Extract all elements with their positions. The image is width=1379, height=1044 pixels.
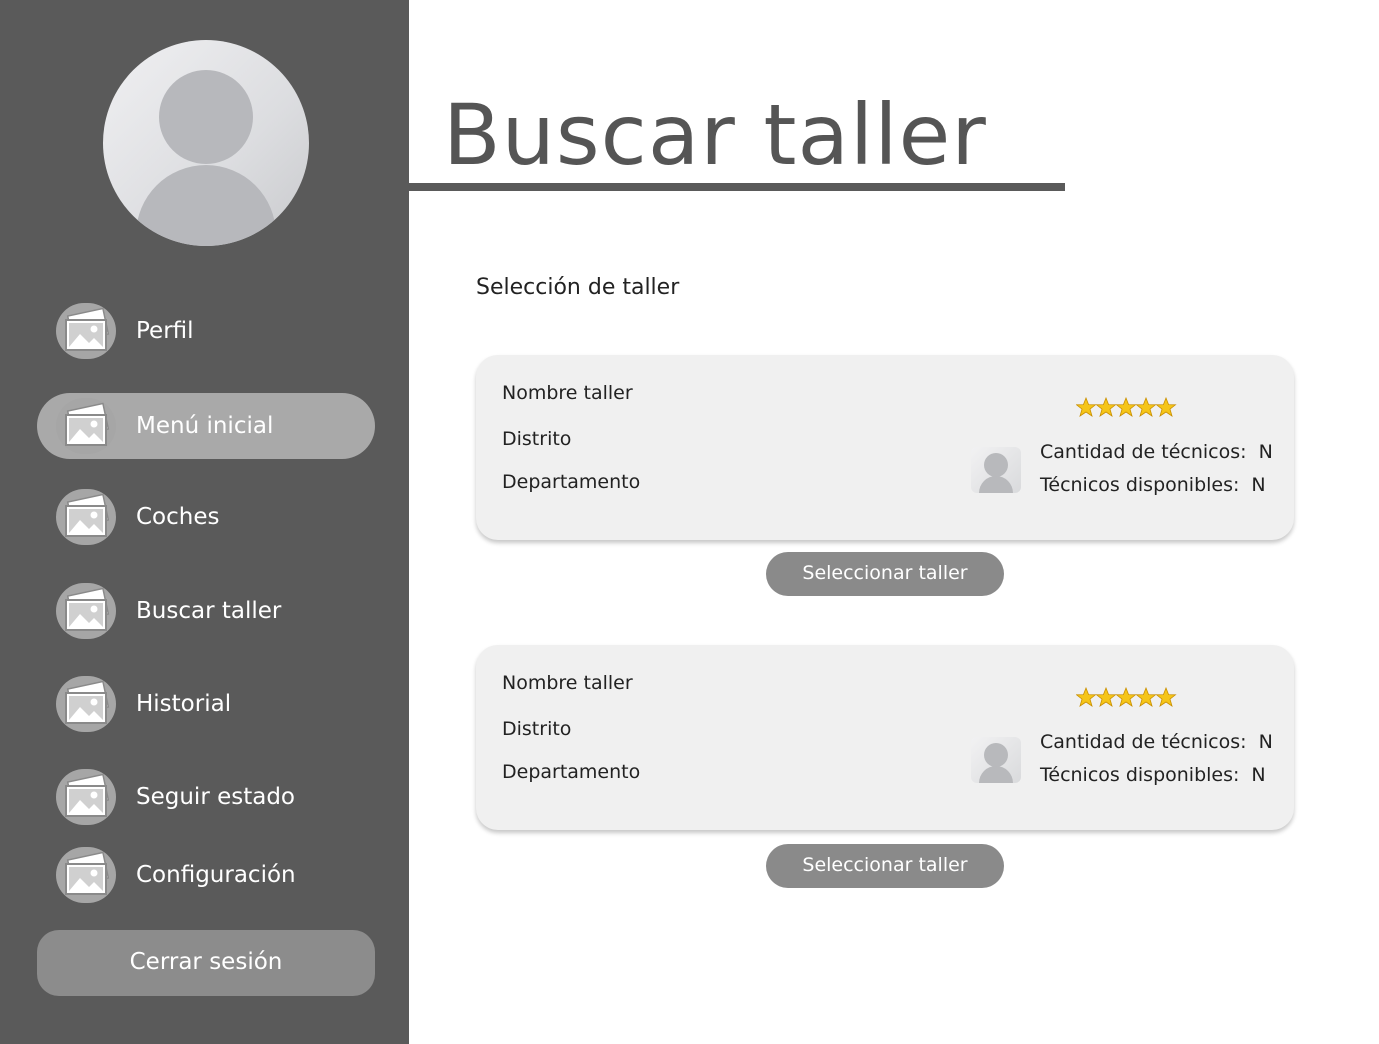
tech-count-label: Cantidad de técnicos: (1040, 731, 1247, 753)
technician-avatar-body (979, 476, 1013, 493)
user-avatar[interactable] (103, 40, 309, 246)
tech-available-label: Técnicos disponibles: (1040, 474, 1240, 496)
tech-count-label: Cantidad de técnicos: (1040, 441, 1247, 463)
tech-count-row: Cantidad de técnicos: N (1040, 441, 1273, 463)
workshop-district: Distrito (502, 718, 572, 740)
technician-avatar-icon (971, 447, 1021, 493)
title-underline (409, 183, 1065, 191)
select-workshop-button[interactable]: Seleccionar taller (766, 844, 1004, 888)
tech-available-row: Técnicos disponibles: N (1040, 764, 1266, 786)
image-icon (56, 769, 116, 825)
tech-count-value: N (1258, 441, 1273, 463)
workshop-name: Nombre taller (502, 382, 633, 404)
tech-count-value: N (1258, 731, 1273, 753)
sidebar-item-configuracion[interactable]: Configuración (37, 842, 375, 908)
image-icon (56, 303, 116, 359)
rating-stars-icon (1076, 687, 1177, 707)
section-label: Selección de taller (476, 275, 680, 300)
sidebar-item-label: Historial (136, 691, 232, 717)
tech-available-value: N (1251, 764, 1266, 786)
sidebar-item-label: Configuración (136, 862, 296, 888)
sidebar-item-label: Seguir estado (136, 784, 296, 810)
sidebar-item-label: Coches (136, 504, 220, 530)
sidebar-item-label: Buscar taller (136, 598, 282, 624)
technician-avatar-icon (971, 737, 1021, 783)
workshop-department: Departamento (502, 761, 641, 783)
sidebar-item-label: Menú inicial (136, 413, 274, 439)
workshop-name: Nombre taller (502, 672, 633, 694)
sidebar-item-menu-inicial[interactable]: Menú inicial (37, 393, 375, 459)
tech-count-row: Cantidad de técnicos: N (1040, 731, 1273, 753)
technician-avatar-head (984, 743, 1008, 767)
sidebar-item-perfil[interactable]: Perfil (37, 298, 375, 364)
workshop-department: Departamento (502, 471, 641, 493)
sidebar-item-buscar-taller[interactable]: Buscar taller (37, 578, 375, 644)
sidebar-item-seguir-estado[interactable]: Seguir estado (37, 764, 375, 830)
sidebar-item-label: Perfil (136, 318, 194, 344)
page-title: Buscar taller (443, 86, 987, 184)
sidebar: Perfil Menú inicial Coches Buscar taller… (0, 0, 409, 1044)
image-icon (56, 676, 116, 732)
workshop-district: Distrito (502, 428, 572, 450)
technician-avatar-body (979, 766, 1013, 783)
tech-available-label: Técnicos disponibles: (1040, 764, 1240, 786)
avatar-body (136, 165, 276, 246)
tech-available-row: Técnicos disponibles: N (1040, 474, 1266, 496)
technician-avatar-head (984, 453, 1008, 477)
workshop-card[interactable]: Nombre taller Distrito Departamento Cant… (476, 645, 1294, 830)
workshop-card[interactable]: Nombre taller Distrito Departamento Cant… (476, 355, 1294, 540)
avatar-head (159, 70, 253, 164)
rating-stars-icon (1076, 397, 1177, 417)
tech-available-value: N (1251, 474, 1266, 496)
sidebar-item-coches[interactable]: Coches (37, 484, 375, 550)
select-workshop-button[interactable]: Seleccionar taller (766, 552, 1004, 596)
image-icon (56, 489, 116, 545)
sidebar-item-historial[interactable]: Historial (37, 671, 375, 737)
logout-button[interactable]: Cerrar sesión (37, 930, 375, 996)
image-icon (56, 847, 116, 903)
image-icon (56, 398, 116, 454)
image-icon (56, 583, 116, 639)
